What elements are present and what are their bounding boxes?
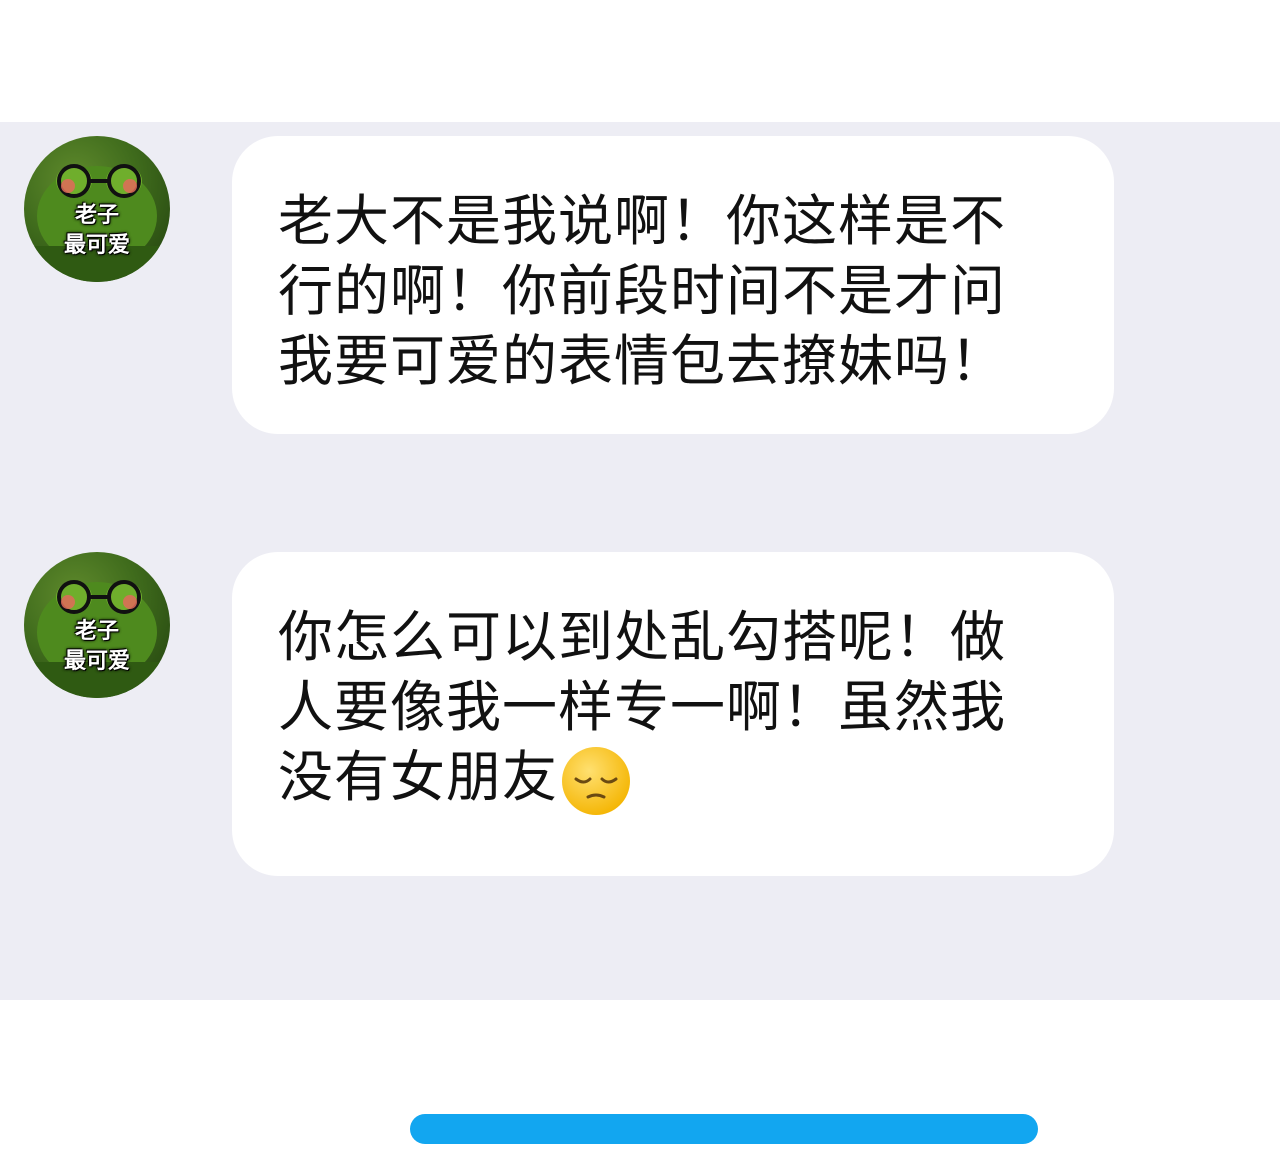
chat-area[interactable]: 老子 最可爱 老大不是我说啊！你这样是不行的啊！你前段时间不是才问我要可爱的表情… <box>0 122 1280 1152</box>
avatar-label-line2: 最可爱 <box>63 233 130 258</box>
avatar[interactable]: 老子 最可爱 <box>24 136 170 282</box>
avatar-label-line1: 老子 <box>74 203 119 228</box>
message-text-content: 你怎么可以到处乱勾搭呢！做人要像我一样专一啊！虽然我没有女朋友 <box>278 605 1007 809</box>
message-bubble[interactable]: 老大不是我说啊！你这样是不行的啊！你前段时间不是才问我要可爱的表情包去撩妹吗！ <box>232 136 1114 434</box>
message-text: 你怎么可以到处乱勾搭呢！做人要像我一样专一啊！虽然我没有女朋友 <box>278 602 1054 817</box>
avatar-label-line2: 最可爱 <box>63 649 130 674</box>
top-bar <box>0 0 1280 122</box>
avatar[interactable]: 老子 最可爱 <box>24 552 170 698</box>
side-button[interactable] <box>1165 1112 1245 1152</box>
message-bubble[interactable]: 你怎么可以到处乱勾搭呢！做人要像我一样专一啊！虽然我没有女朋友 <box>232 552 1114 876</box>
message-text: 老大不是我说啊！你这样是不行的啊！你前段时间不是才问我要可爱的表情包去撩妹吗！ <box>278 189 1007 393</box>
avatar-label-line1: 老子 <box>74 619 119 644</box>
action-button[interactable] <box>410 1114 1038 1144</box>
pensive-face-emoji-icon <box>562 746 631 815</box>
